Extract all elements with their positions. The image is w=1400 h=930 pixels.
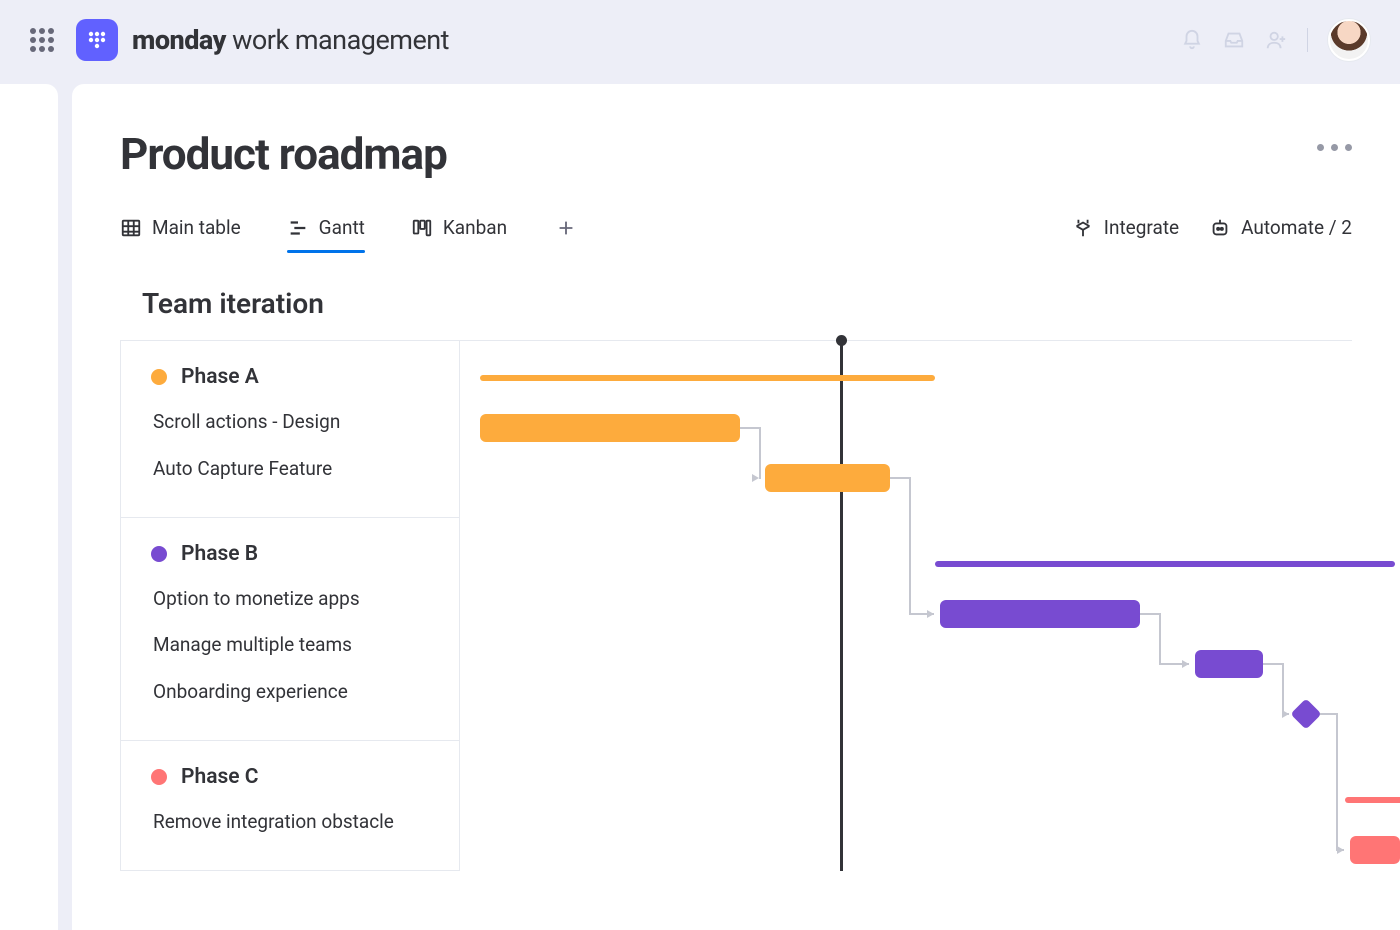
header-actions <box>1181 19 1370 61</box>
gantt-task-list: Phase A Scroll actions - DesignAuto Captu… <box>120 341 460 871</box>
view-tabs: Main table Gantt Kanban <box>120 206 1352 249</box>
automate-label: Automate / 2 <box>1241 216 1352 239</box>
phase-name: Phase A <box>181 365 259 389</box>
task-row[interactable]: Remove integration obstacle <box>151 799 429 846</box>
phase-color-dot <box>151 546 167 562</box>
today-marker-line <box>840 339 843 871</box>
app-header: monday work management <box>0 0 1400 80</box>
header-divider <box>1307 28 1308 52</box>
section-title: Team iteration <box>142 287 1352 320</box>
left-rail <box>0 84 58 930</box>
integrate-icon <box>1072 217 1094 239</box>
monday-logo-icon <box>85 28 109 52</box>
tab-gantt[interactable]: Gantt <box>287 206 365 249</box>
task-row[interactable]: Option to monetize apps <box>151 576 429 623</box>
inbox-icon[interactable] <box>1223 29 1245 51</box>
user-avatar[interactable] <box>1328 19 1370 61</box>
invite-icon[interactable] <box>1265 29 1287 51</box>
task-bar[interactable] <box>940 600 1140 628</box>
tab-main-table[interactable]: Main table <box>120 206 241 249</box>
add-view-button[interactable] <box>553 215 579 241</box>
phase-block: Phase C Remove integration obstacle <box>121 741 460 871</box>
phase-color-dot <box>151 769 167 785</box>
task-row[interactable]: Onboarding experience <box>151 669 429 716</box>
tab-kanban[interactable]: Kanban <box>411 206 507 249</box>
board-panel: Product roadmap Main table Gantt Kanban <box>72 84 1400 930</box>
task-bar[interactable] <box>1195 650 1263 678</box>
tab-label: Kanban <box>443 216 507 239</box>
app-body: Product roadmap Main table Gantt Kanban <box>0 80 1400 930</box>
phase-block: Phase B Option to monetize appsManage mul… <box>121 518 460 741</box>
board-title[interactable]: Product roadmap <box>120 128 1352 180</box>
phase-color-dot <box>151 369 167 385</box>
tab-label: Main table <box>152 216 241 239</box>
phase-summary-bar[interactable] <box>480 375 935 381</box>
automate-icon <box>1209 217 1231 239</box>
task-bar[interactable] <box>1350 836 1400 864</box>
plus-icon <box>555 217 577 239</box>
board-more-button[interactable] <box>1317 144 1352 151</box>
task-bar[interactable] <box>480 414 740 442</box>
task-row[interactable]: Scroll actions - Design <box>151 399 429 446</box>
phase-block: Phase A Scroll actions - DesignAuto Captu… <box>121 341 460 518</box>
phase-name: Phase C <box>181 765 259 789</box>
apps-menu-button[interactable] <box>30 28 54 52</box>
phase-summary-bar[interactable] <box>935 561 1395 567</box>
integrate-button[interactable]: Integrate <box>1072 216 1179 239</box>
task-bar[interactable] <box>765 464 890 492</box>
brand-title: monday work management <box>132 24 449 56</box>
milestone-marker[interactable] <box>1290 698 1321 729</box>
phase-title[interactable]: Phase C <box>151 765 429 789</box>
automate-button[interactable]: Automate / 2 <box>1209 216 1352 239</box>
gantt-timeline[interactable] <box>460 341 1352 871</box>
product-logo <box>76 19 118 61</box>
tab-label: Gantt <box>319 216 365 239</box>
app-root: monday work management Product roadmap M… <box>0 0 1400 930</box>
gantt-icon <box>287 217 309 239</box>
kanban-icon <box>411 217 433 239</box>
phase-title[interactable]: Phase A <box>151 365 429 389</box>
task-row[interactable]: Manage multiple teams <box>151 622 429 669</box>
task-row[interactable]: Auto Capture Feature <box>151 446 429 493</box>
notifications-icon[interactable] <box>1181 29 1203 51</box>
phase-summary-bar[interactable] <box>1345 797 1400 803</box>
gantt-chart: Phase A Scroll actions - DesignAuto Captu… <box>120 340 1352 871</box>
phase-name: Phase B <box>181 542 258 566</box>
table-icon <box>120 217 142 239</box>
phase-title[interactable]: Phase B <box>151 542 429 566</box>
integrate-label: Integrate <box>1104 216 1179 239</box>
